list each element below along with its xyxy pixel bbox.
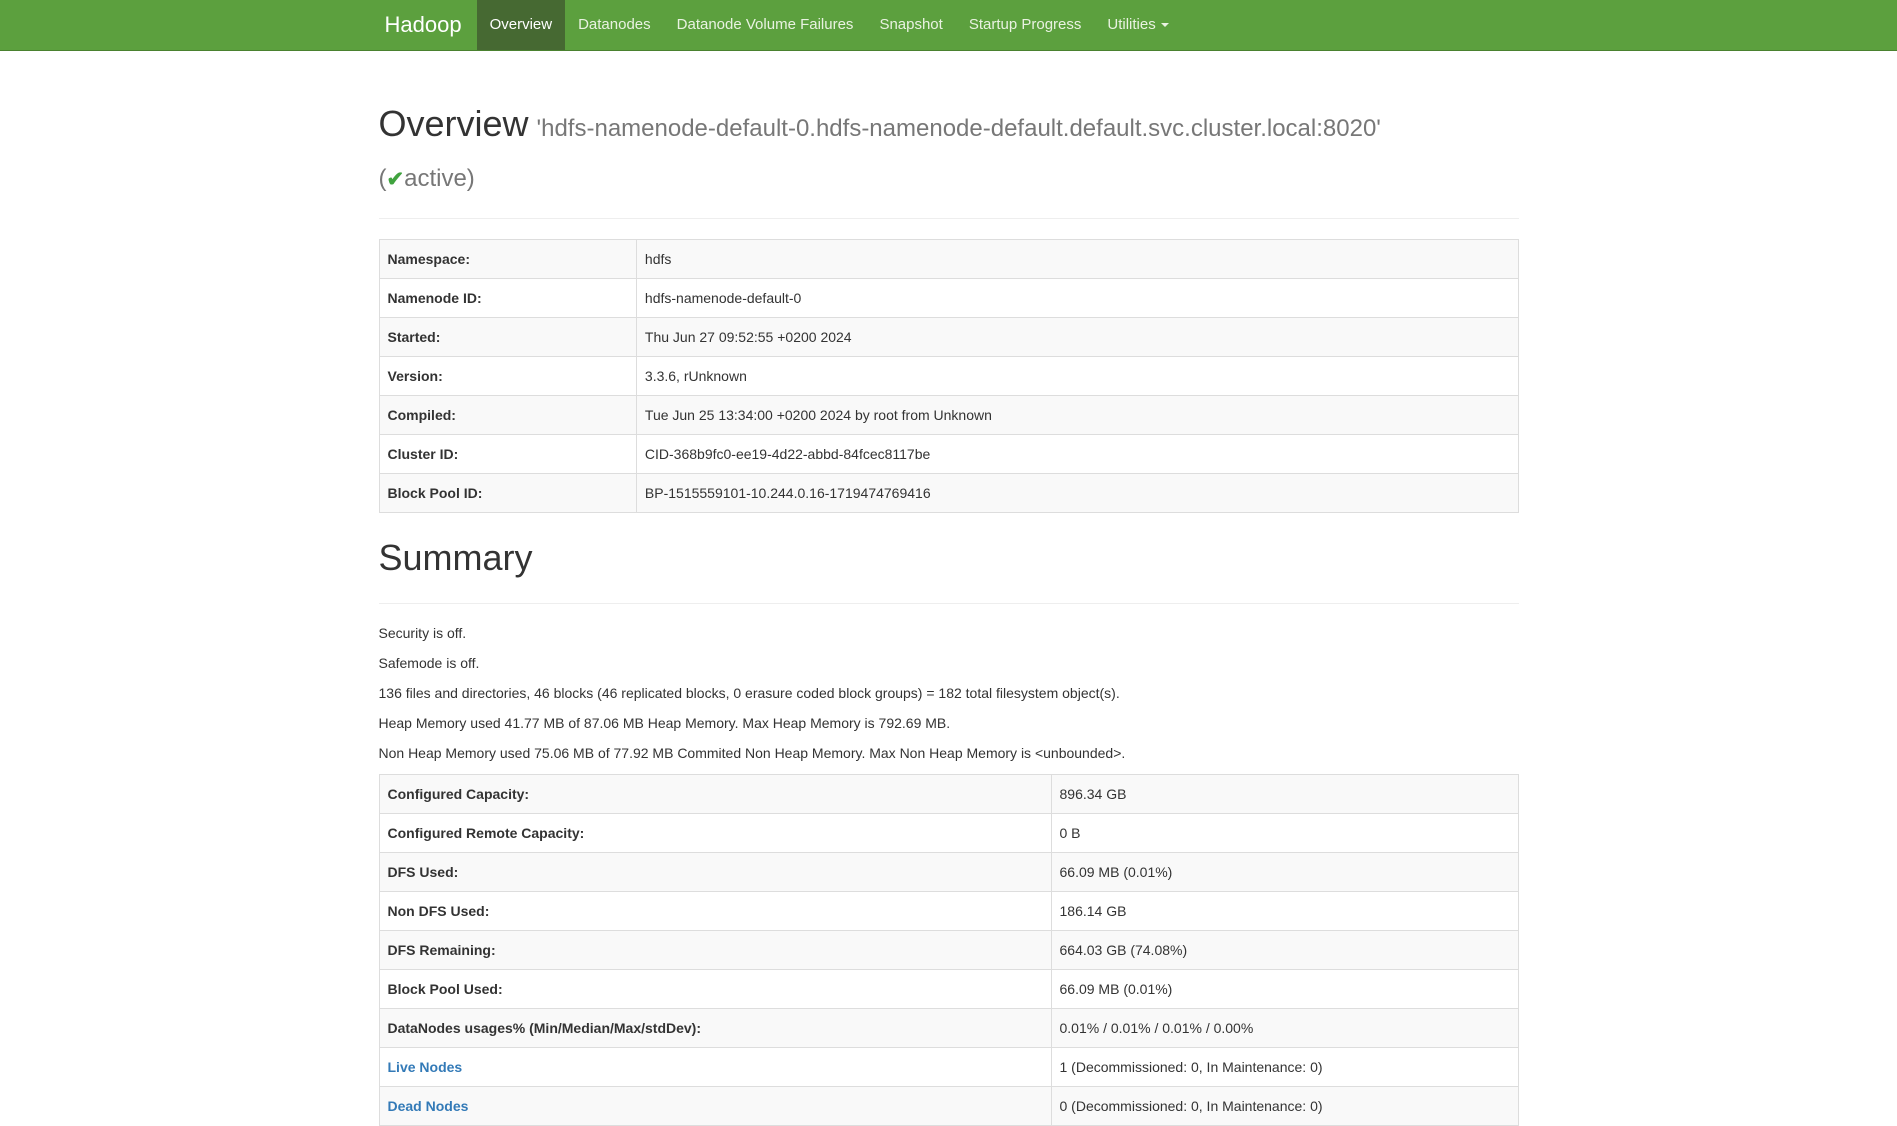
dead-nodes-link[interactable]: Dead Nodes [388, 1098, 469, 1114]
row-value: CID-368b9fc0-ee19-4d22-abbd-84fcec8117be [636, 435, 1518, 474]
table-row: Namespace:hdfs [379, 240, 1518, 279]
navbar-menu: Overview Datanodes Datanode Volume Failu… [477, 0, 1182, 50]
row-label: Dead Nodes [379, 1086, 1051, 1125]
row-label: Started: [379, 318, 636, 357]
active-check-icon: ✔ [387, 168, 405, 191]
row-label: Compiled: [379, 396, 636, 435]
row-label: DataNodes usages% (Min/Median/Max/stdDev… [379, 1008, 1051, 1047]
row-value: Thu Jun 27 09:52:55 +0200 2024 [636, 318, 1518, 357]
row-label: Live Nodes [379, 1047, 1051, 1086]
row-label: Namespace: [379, 240, 636, 279]
row-value: hdfs [636, 240, 1518, 279]
row-label: Non DFS Used: [379, 891, 1051, 930]
filesystem-objects-summary: 136 files and directories, 46 blocks (46… [379, 684, 1519, 704]
table-row: Cluster ID:CID-368b9fc0-ee19-4d22-abbd-8… [379, 435, 1518, 474]
brand-link[interactable]: Hadoop [379, 0, 477, 50]
navbar: Hadoop Overview Datanodes Datanode Volum… [0, 0, 1897, 51]
table-row: Live Nodes 1 (Decommissioned: 0, In Maint… [379, 1047, 1518, 1086]
main-content: Overview 'hdfs-namenode-default-0.hdfs-na… [364, 51, 1534, 1126]
nav-item-startup-progress[interactable]: Startup Progress [956, 0, 1095, 50]
row-value: 186.14 GB [1051, 891, 1518, 930]
table-row: Namenode ID:hdfs-namenode-default-0 [379, 279, 1518, 318]
safemode-status: Safemode is off. [379, 654, 1519, 674]
row-value: hdfs-namenode-default-0 [636, 279, 1518, 318]
row-value: 0.01% / 0.01% / 0.01% / 0.00% [1051, 1008, 1518, 1047]
page-title-text: Overview [379, 103, 529, 144]
namenode-info-table: Namespace:hdfs Namenode ID:hdfs-namenode… [379, 239, 1519, 513]
cluster-summary-table: Configured Capacity:896.34 GB Configured… [379, 774, 1519, 1126]
row-label: Cluster ID: [379, 435, 636, 474]
row-value: BP-1515559101-10.244.0.16-1719474769416 [636, 474, 1518, 513]
row-label: Block Pool ID: [379, 474, 636, 513]
nav-item-utilities-dropdown[interactable]: Utilities [1094, 0, 1181, 50]
row-label: Namenode ID: [379, 279, 636, 318]
non-heap-memory-summary: Non Heap Memory used 75.06 MB of 77.92 M… [379, 744, 1519, 764]
page-title: Overview 'hdfs-namenode-default-0.hdfs-na… [379, 99, 1519, 198]
chevron-down-icon [1161, 23, 1169, 27]
table-row: DFS Remaining:664.03 GB (74.08%) [379, 930, 1518, 969]
nav-item-datanode-volume-failures[interactable]: Datanode Volume Failures [664, 0, 867, 50]
nav-item-datanodes[interactable]: Datanodes [565, 0, 664, 50]
table-row: Version:3.3.6, rUnknown [379, 357, 1518, 396]
table-row: DataNodes usages% (Min/Median/Max/stdDev… [379, 1008, 1518, 1047]
nav-item-snapshot[interactable]: Snapshot [866, 0, 955, 50]
row-value: 1 (Decommissioned: 0, In Maintenance: 0) [1051, 1047, 1518, 1086]
table-row: Non DFS Used:186.14 GB [379, 891, 1518, 930]
row-value: 66.09 MB (0.01%) [1051, 969, 1518, 1008]
nav-item-overview[interactable]: Overview [477, 0, 566, 50]
nav-item-utilities-label: Utilities [1107, 16, 1155, 33]
divider [379, 603, 1519, 604]
row-label: Configured Remote Capacity: [379, 813, 1051, 852]
table-row: Compiled:Tue Jun 25 13:34:00 +0200 2024 … [379, 396, 1518, 435]
row-label: Block Pool Used: [379, 969, 1051, 1008]
table-row: Block Pool Used:66.09 MB (0.01%) [379, 969, 1518, 1008]
table-row: DFS Used:66.09 MB (0.01%) [379, 852, 1518, 891]
namenode-host-port: 'hdfs-namenode-default-0.hdfs-namenode-d… [537, 115, 1381, 142]
row-value: 896.34 GB [1051, 774, 1518, 813]
table-row: Started:Thu Jun 27 09:52:55 +0200 2024 [379, 318, 1518, 357]
row-value: 664.03 GB (74.08%) [1051, 930, 1518, 969]
row-label: Version: [379, 357, 636, 396]
row-label: DFS Remaining: [379, 930, 1051, 969]
row-value: 0 B [1051, 813, 1518, 852]
table-row: Block Pool ID:BP-1515559101-10.244.0.16-… [379, 474, 1518, 513]
row-value: 3.3.6, rUnknown [636, 357, 1518, 396]
row-value: 66.09 MB (0.01%) [1051, 852, 1518, 891]
table-row: Configured Capacity:896.34 GB [379, 774, 1518, 813]
row-value: 0 (Decommissioned: 0, In Maintenance: 0) [1051, 1086, 1518, 1125]
row-label: DFS Used: [379, 852, 1051, 891]
namenode-state: (✔active) [379, 165, 475, 192]
table-row: Dead Nodes 0 (Decommissioned: 0, In Maint… [379, 1086, 1518, 1125]
security-status: Security is off. [379, 624, 1519, 644]
summary-title: Summary [379, 533, 1519, 583]
table-row: Configured Remote Capacity:0 B [379, 813, 1518, 852]
row-label: Configured Capacity: [379, 774, 1051, 813]
heap-memory-summary: Heap Memory used 41.77 MB of 87.06 MB He… [379, 714, 1519, 734]
live-nodes-link[interactable]: Live Nodes [388, 1059, 463, 1075]
row-value: Tue Jun 25 13:34:00 +0200 2024 by root f… [636, 396, 1518, 435]
divider [379, 218, 1519, 219]
